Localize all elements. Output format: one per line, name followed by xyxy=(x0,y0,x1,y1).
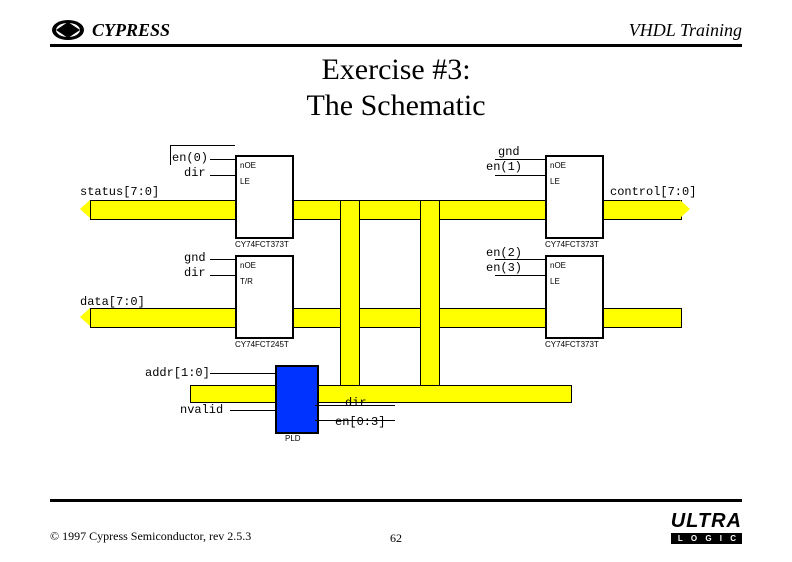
chip-373-tl-label: CY74FCT373T xyxy=(235,240,289,249)
sig-gnd: gnd xyxy=(498,145,520,159)
wire xyxy=(210,373,275,374)
wire xyxy=(210,175,235,176)
chip-noe: nOE xyxy=(550,161,566,170)
header-rule xyxy=(50,44,742,47)
chip-373-mr-label: CY74FCT373T xyxy=(545,340,599,349)
chip-373-tl: nOE LE xyxy=(235,155,294,239)
sig-control: control[7:0] xyxy=(610,185,696,199)
wire xyxy=(210,159,235,160)
cypress-icon xyxy=(50,16,86,44)
sig-status: status[7:0] xyxy=(80,185,159,199)
chip-le: LE xyxy=(550,277,560,286)
wire xyxy=(170,145,235,146)
sig-dir: dir xyxy=(184,166,206,180)
brand-text: CYPRESS xyxy=(92,20,170,41)
sig-nvalid: nvalid xyxy=(180,403,223,417)
wire xyxy=(230,410,275,411)
wire xyxy=(210,259,235,260)
schematic-diagram: nOE LE CY74FCT373T nOE LE CY74FCT373T nO… xyxy=(50,140,742,470)
sig-en2: en(2) xyxy=(486,246,522,260)
chip-245: nOE T/R xyxy=(235,255,294,339)
sig-en-bus: en[0:3] xyxy=(335,415,385,429)
arrow-icon xyxy=(80,200,90,218)
chip-tr: T/R xyxy=(240,277,253,286)
pld-label: PLD xyxy=(285,434,301,443)
arrow-icon xyxy=(680,200,690,218)
chip-le: LE xyxy=(550,177,560,186)
logo: CYPRESS xyxy=(50,16,170,44)
chip-373-tr: nOE LE xyxy=(545,155,604,239)
page-number: 62 xyxy=(0,531,792,546)
sig-en3: en(3) xyxy=(486,261,522,275)
chip-noe: nOE xyxy=(240,261,256,270)
footer-rule xyxy=(50,499,742,502)
page-title: Exercise #3: The Schematic xyxy=(0,52,792,124)
title-line1: Exercise #3: xyxy=(0,52,792,88)
sig-en1: en(1) xyxy=(486,160,522,174)
sig-dir2: dir xyxy=(184,266,206,280)
wire xyxy=(170,145,171,165)
wire xyxy=(495,175,545,176)
sig-data: data[7:0] xyxy=(80,295,145,309)
sig-en0: en(0) xyxy=(172,151,208,165)
sig-addr: addr[1:0] xyxy=(145,366,210,380)
header-right: VHDL Training xyxy=(629,20,742,41)
wire xyxy=(495,275,545,276)
ultra-text: ULTRA xyxy=(671,510,742,533)
sig-dir-out: dir xyxy=(345,396,367,410)
arrow-icon xyxy=(80,308,90,326)
chip-le: LE xyxy=(240,177,250,186)
vertical-bus-left xyxy=(340,200,360,402)
chip-noe: nOE xyxy=(240,161,256,170)
chip-245-label: CY74FCT245T xyxy=(235,340,289,349)
vertical-bus-right xyxy=(420,200,440,402)
chip-373-tr-label: CY74FCT373T xyxy=(545,240,599,249)
wire xyxy=(210,275,235,276)
header: CYPRESS VHDL Training xyxy=(50,12,742,48)
chip-noe: nOE xyxy=(550,261,566,270)
sig-gnd2: gnd xyxy=(184,251,206,265)
chip-373-mr: nOE LE xyxy=(545,255,604,339)
pld-block xyxy=(275,365,319,434)
bottom-bus xyxy=(190,385,572,403)
title-line2: The Schematic xyxy=(0,88,792,124)
